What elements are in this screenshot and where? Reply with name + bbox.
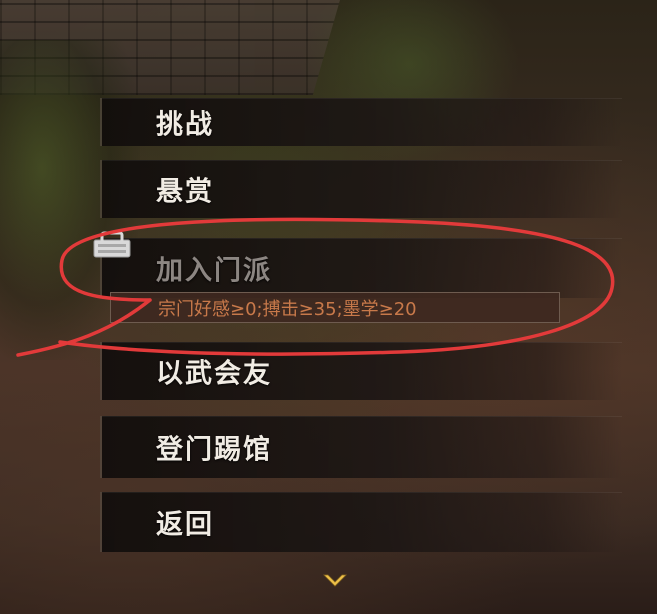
make-friends-label: 以武会友	[156, 358, 272, 390]
join-sect-label: 加入门派	[156, 255, 272, 287]
join-requirements-tooltip: 宗门好感≥0;搏击≥35;墨学≥20	[110, 292, 560, 323]
challenge-button[interactable]: 挑战	[100, 98, 622, 146]
lock-icon	[93, 231, 131, 258]
make-friends-button[interactable]: 以武会友	[100, 342, 622, 400]
bounty-label: 悬赏	[156, 176, 214, 208]
join-sect-button[interactable]: 加入门派	[100, 238, 622, 298]
challenge-label: 挑战	[156, 109, 214, 141]
visit-challenge-label: 登门踢馆	[156, 434, 272, 466]
chevron-down-icon[interactable]	[322, 572, 348, 590]
visit-challenge-button[interactable]: 登门踢馆	[100, 416, 622, 478]
return-button[interactable]: 返回	[100, 492, 622, 552]
return-label: 返回	[156, 509, 214, 541]
bounty-button[interactable]: 悬赏	[100, 160, 622, 218]
requirements-text: 宗门好感≥0;搏击≥35;墨学≥20	[158, 298, 417, 320]
